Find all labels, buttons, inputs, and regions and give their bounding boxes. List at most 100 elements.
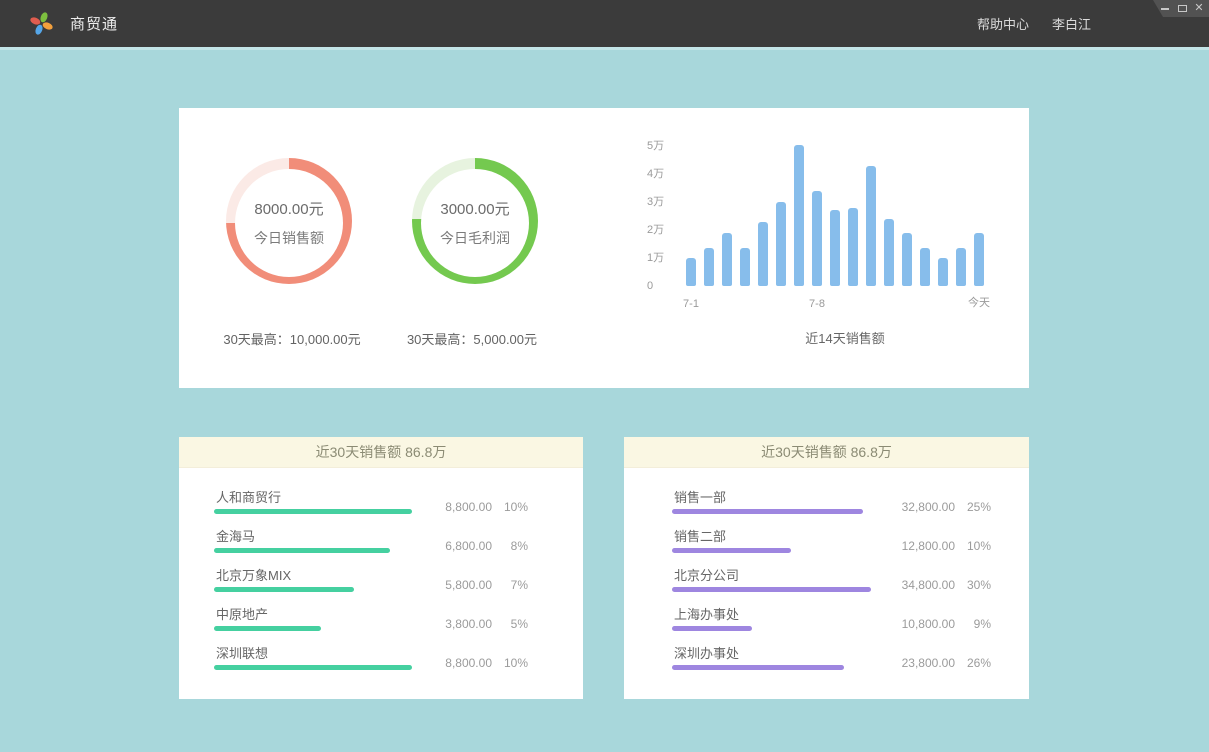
ranking-row: 金海马6,800.008%	[214, 529, 583, 554]
customer-ranking-list: 人和商贸行8,800.0010% 金海马6,800.008% 北京万象MIX5,80…	[179, 468, 583, 671]
ranking-row: 人和商贸行8,800.0010%	[214, 490, 583, 515]
ranking-item-percent: 10%	[955, 538, 991, 554]
ranking-item-values: 34,800.0030%	[869, 577, 991, 593]
chart-bar	[956, 248, 966, 286]
department-ranking-title: 近30天销售额 86.8万	[624, 437, 1029, 468]
chart-title: 近14天销售额	[696, 328, 994, 347]
user-menu[interactable]: 李白江	[1052, 0, 1091, 47]
ranking-row: 深圳办事处23,800.0026%	[672, 646, 1029, 671]
today-profit-amount: 3000.00元	[440, 198, 509, 219]
y-axis-tick: 0	[647, 279, 653, 293]
ranking-row: 上海办事处10,800.009%	[672, 607, 1029, 632]
ranking-item-amount: 12,800.00	[869, 538, 955, 554]
titlebar-highlight	[0, 47, 1209, 50]
today-sales-label: 今日销售额	[254, 228, 324, 248]
today-sales-center: 8000.00元 今日销售额	[235, 169, 343, 277]
chart-bar	[812, 191, 822, 286]
y-axis-tick: 5万	[647, 139, 664, 153]
y-axis-tick: 2万	[647, 223, 664, 237]
ranking-item-values: 8,800.0010%	[406, 655, 528, 671]
ranking-item-values: 6,800.008%	[406, 538, 528, 554]
ranking-item-amount: 6,800.00	[406, 538, 492, 554]
today-profit-center: 3000.00元 今日毛利润	[421, 169, 529, 277]
ranking-item-values: 32,800.0025%	[869, 499, 991, 515]
ranking-item-amount: 34,800.00	[869, 577, 955, 593]
customer-ranking-title: 近30天销售额 86.8万	[179, 437, 583, 468]
chart-bar	[938, 258, 948, 286]
ranking-item-bar	[214, 548, 390, 553]
ranking-item-percent: 8%	[492, 538, 528, 554]
chart-bar	[794, 145, 804, 286]
ranking-item-bar	[672, 587, 871, 592]
today-profit-donut: 3000.00元 今日毛利润	[412, 158, 538, 284]
ranking-row: 北京分公司34,800.0030%	[672, 568, 1029, 593]
ranking-item-bar	[672, 548, 791, 553]
ranking-item-percent: 9%	[955, 616, 991, 632]
chart-bar	[686, 258, 696, 286]
ranking-row: 中原地产3,800.005%	[214, 607, 583, 632]
ranking-item-values: 12,800.0010%	[869, 538, 991, 554]
ranking-item-values: 8,800.0010%	[406, 499, 528, 515]
chart-bar	[974, 233, 984, 286]
ranking-row: 销售二部12,800.0010%	[672, 529, 1029, 554]
chart-bar	[830, 210, 840, 286]
chart-bar	[848, 208, 858, 286]
ranking-item-bar	[214, 509, 412, 514]
ranking-item-bar	[672, 665, 844, 670]
sales-bar-chart: 01万2万3万4万5万 7-17-8今天	[629, 128, 1009, 286]
minimize-icon	[1161, 8, 1169, 10]
ranking-row: 深圳联想8,800.0010%	[214, 646, 583, 671]
minimize-button[interactable]	[1159, 0, 1171, 17]
ranking-row: 销售一部32,800.0025%	[672, 490, 1029, 515]
today-profit-label: 今日毛利润	[440, 228, 510, 248]
ranking-item-percent: 10%	[492, 499, 528, 515]
ranking-item-bar	[672, 626, 752, 631]
customer-sales-ranking-card: 近30天销售额 86.8万 人和商贸行8,800.0010% 金海马6,800.0…	[179, 437, 583, 699]
ranking-item-bar	[214, 626, 321, 631]
ranking-item-values: 3,800.005%	[406, 616, 528, 632]
chart-bar	[920, 248, 930, 286]
x-axis-tick: 7-1	[683, 298, 699, 310]
ranking-item-percent: 5%	[492, 616, 528, 632]
chart-bar	[704, 248, 714, 286]
help-center-link[interactable]: 帮助中心	[977, 0, 1029, 47]
ranking-item-percent: 7%	[492, 577, 528, 593]
titlebar: 商贸通 帮助中心 李白江 ✕	[0, 0, 1209, 47]
ranking-item-amount: 32,800.00	[869, 499, 955, 515]
profit-30day-max: 30天最高：5,000.00元	[342, 329, 602, 348]
ranking-item-amount: 10,800.00	[869, 616, 955, 632]
chart-bar	[866, 166, 876, 286]
ranking-item-percent: 30%	[955, 577, 991, 593]
y-axis-tick: 3万	[647, 195, 664, 209]
y-axis-tick: 4万	[647, 167, 664, 181]
ranking-item-values: 10,800.009%	[869, 616, 991, 632]
maximize-icon	[1178, 5, 1187, 12]
app-title: 商贸通	[70, 0, 118, 47]
chart-bars: 7-17-8今天	[686, 128, 984, 286]
maximize-button[interactable]	[1176, 0, 1188, 17]
ranking-item-bar	[672, 509, 863, 514]
ranking-item-percent: 25%	[955, 499, 991, 515]
close-icon: ✕	[1194, 3, 1203, 14]
x-axis-tick: 7-8	[809, 298, 825, 310]
chart-bar	[902, 233, 912, 286]
ranking-item-bar	[214, 665, 412, 670]
ranking-item-values: 5,800.007%	[406, 577, 528, 593]
ranking-item-percent: 26%	[955, 655, 991, 671]
ranking-item-amount: 8,800.00	[406, 655, 492, 671]
today-sales-amount: 8000.00元	[254, 198, 323, 219]
ranking-item-amount: 23,800.00	[869, 655, 955, 671]
department-ranking-list: 销售一部32,800.0025% 销售二部12,800.0010% 北京分公司34,…	[624, 468, 1029, 671]
close-button[interactable]: ✕	[1193, 0, 1205, 17]
ranking-item-percent: 10%	[492, 655, 528, 671]
chart-bar	[722, 233, 732, 286]
app-logo-icon	[29, 11, 54, 36]
ranking-item-amount: 8,800.00	[406, 499, 492, 515]
window-controls: ✕	[1145, 0, 1209, 17]
ranking-item-amount: 3,800.00	[406, 616, 492, 632]
x-axis-tick: 今天	[968, 294, 990, 310]
chart-bar	[776, 202, 786, 286]
chart-bar	[884, 219, 894, 286]
chart-bar	[758, 222, 768, 286]
ranking-row: 北京万象MIX5,800.007%	[214, 568, 583, 593]
